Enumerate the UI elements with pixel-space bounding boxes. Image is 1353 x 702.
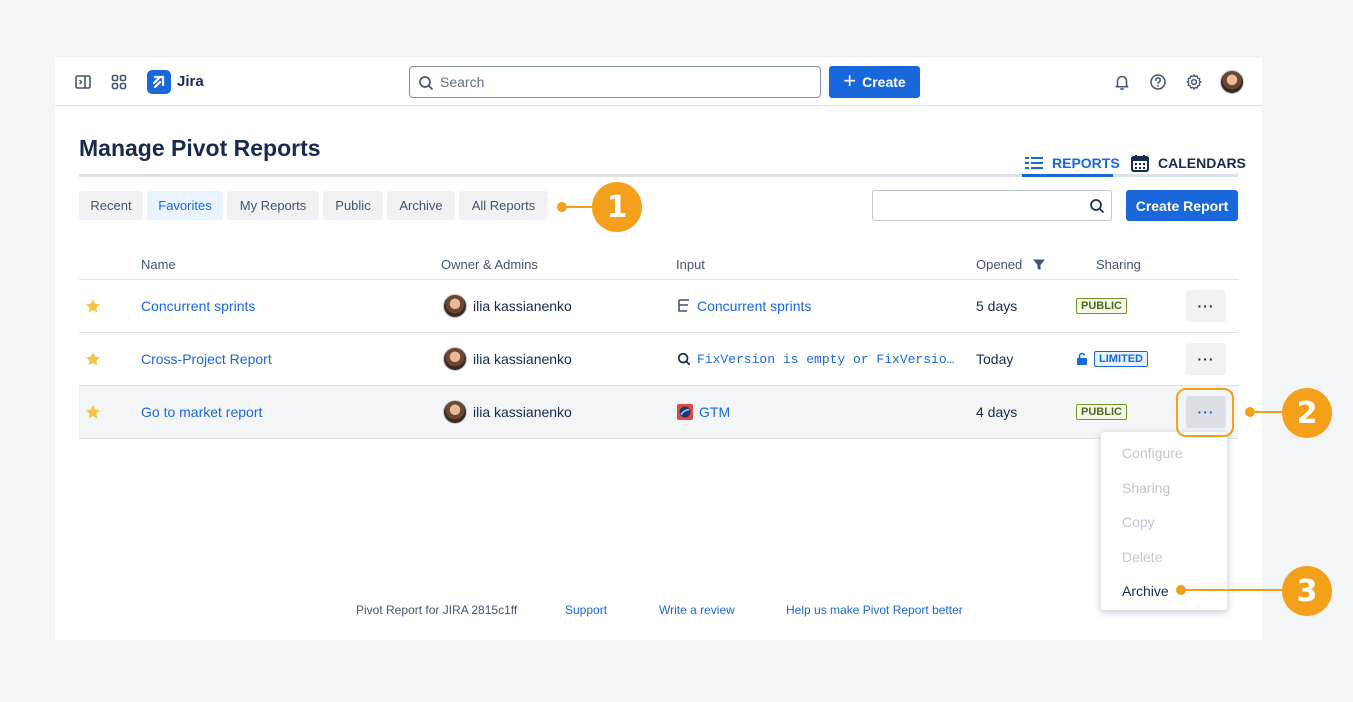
callout-2-line	[1250, 411, 1284, 413]
board-icon	[678, 299, 689, 312]
actions-dropdown-menu: Configure Sharing Copy Delete Archive	[1101, 432, 1227, 610]
owner-avatar	[443, 294, 467, 318]
table-row: Cross-Project Report ilia kassianenko Fi…	[79, 333, 1238, 386]
opened-value: 4 days	[976, 404, 1018, 420]
footer-support-link[interactable]: Support	[565, 603, 607, 617]
owner-avatar	[443, 400, 467, 424]
report-name-link[interactable]: Go to market report	[141, 386, 262, 438]
owner-name: ilia kassianenko	[473, 404, 572, 420]
report-search-field[interactable]	[872, 190, 1112, 221]
status-badge: LIMITED	[1094, 351, 1148, 367]
filter-my-reports[interactable]: My Reports	[227, 191, 319, 220]
create-button[interactable]: + Create	[829, 66, 920, 98]
menu-item-configure: Configure	[1122, 445, 1183, 461]
callout-1-marker: 1	[592, 182, 642, 232]
footer-version: Pivot Report for JIRA 2815c1ff	[356, 603, 518, 617]
opened-value: Today	[976, 351, 1014, 367]
page-title: Manage Pivot Reports	[79, 135, 321, 161]
tab-reports-label: REPORTS	[1052, 155, 1120, 171]
sharing-cell: PUBLIC	[1076, 386, 1127, 438]
input-link[interactable]: GTM	[699, 404, 730, 420]
table-row: Concurrent sprints ilia kassianenko Conc…	[79, 280, 1238, 333]
menu-item-delete: Delete	[1122, 549, 1163, 565]
plus-icon: +	[843, 68, 857, 93]
tab-reports-underline	[1022, 174, 1113, 177]
opened-value: 5 days	[976, 298, 1018, 314]
settings-gear-icon[interactable]	[1184, 72, 1204, 92]
favorite-star-icon[interactable]	[85, 386, 101, 438]
menu-item-sharing: Sharing	[1122, 480, 1171, 496]
owner-cell: ilia kassianenko	[443, 280, 572, 332]
sharing-cell: PUBLIC	[1076, 280, 1127, 332]
calendar-icon	[1131, 155, 1149, 172]
favorite-star-icon[interactable]	[85, 280, 101, 332]
column-header-opened[interactable]: Opened	[976, 257, 1022, 272]
search-icon	[677, 352, 691, 366]
top-navigation: Jira + Create	[55, 58, 1262, 106]
user-avatar[interactable]	[1220, 70, 1244, 94]
highlight-ring	[1176, 388, 1234, 437]
input-cell: FixVersion is empty or FixVersio…	[677, 333, 954, 385]
footer-feedback-link[interactable]: Help us make Pivot Report better	[786, 603, 963, 617]
column-header-name[interactable]: Name	[141, 257, 176, 272]
filter-public[interactable]: Public	[323, 191, 383, 220]
sidebar-toggle-icon[interactable]	[73, 72, 93, 92]
list-icon	[1025, 157, 1043, 169]
search-icon	[1090, 199, 1104, 213]
column-header-input: Input	[676, 257, 705, 272]
search-input[interactable]	[440, 67, 810, 97]
help-icon[interactable]	[1148, 72, 1168, 92]
create-button-label: Create	[862, 74, 906, 90]
input-link[interactable]: Concurrent sprints	[697, 298, 811, 314]
owner-name: ilia kassianenko	[473, 351, 572, 367]
input-link[interactable]: FixVersion is empty or FixVersio…	[697, 352, 954, 367]
callout-3-marker: 3	[1282, 566, 1332, 616]
footer-review-link[interactable]: Write a review	[659, 603, 735, 617]
filter-recent[interactable]: Recent	[79, 191, 143, 220]
report-name-link[interactable]: Cross-Project Report	[141, 333, 272, 385]
jira-logo-icon[interactable]	[147, 70, 171, 94]
unlock-icon	[1077, 352, 1087, 365]
tab-calendars-label: CALENDARS	[1158, 155, 1246, 171]
column-header-sharing: Sharing	[1096, 257, 1141, 272]
table-row: Go to market report ilia kassianenko GTM…	[79, 386, 1238, 439]
filter-all-reports[interactable]: All Reports	[459, 191, 548, 220]
report-name-link[interactable]: Concurrent sprints	[141, 280, 255, 332]
owner-name: ilia kassianenko	[473, 298, 572, 314]
owner-cell: ilia kassianenko	[443, 333, 572, 385]
more-actions-button[interactable]: ···	[1186, 290, 1226, 322]
menu-item-archive[interactable]: Archive	[1122, 583, 1169, 599]
filter-archive[interactable]: Archive	[387, 191, 455, 220]
sharing-cell: LIMITED	[1076, 333, 1148, 385]
status-badge: PUBLIC	[1076, 298, 1127, 314]
search-icon	[419, 76, 433, 90]
project-icon	[677, 404, 693, 420]
app-name[interactable]: Jira	[177, 73, 204, 90]
more-actions-button[interactable]: ···	[1186, 343, 1226, 375]
status-badge: PUBLIC	[1076, 404, 1127, 420]
filter-favorites[interactable]: Favorites	[147, 191, 223, 220]
menu-item-copy: Copy	[1122, 514, 1155, 530]
notifications-bell-icon[interactable]	[1112, 72, 1132, 92]
tab-calendars[interactable]: CALENDARS	[1130, 151, 1246, 175]
global-search[interactable]	[409, 66, 821, 98]
column-header-owner: Owner & Admins	[441, 257, 538, 272]
owner-cell: ilia kassianenko	[443, 386, 572, 438]
app-window: Jira + Create Manage Pivot Reports REPOR…	[55, 58, 1262, 640]
callout-3-line	[1181, 589, 1284, 591]
callout-2-marker: 2	[1282, 388, 1332, 438]
app-switcher-icon[interactable]	[109, 72, 129, 92]
create-report-button[interactable]: Create Report	[1126, 190, 1238, 221]
owner-avatar	[443, 347, 467, 371]
input-cell: GTM	[677, 386, 730, 438]
tab-reports[interactable]: REPORTS	[1024, 151, 1120, 175]
callout-1-line	[562, 206, 594, 208]
filter-funnel-icon[interactable]	[1032, 258, 1046, 272]
favorite-star-icon[interactable]	[85, 333, 101, 385]
input-cell: Concurrent sprints	[677, 280, 811, 332]
